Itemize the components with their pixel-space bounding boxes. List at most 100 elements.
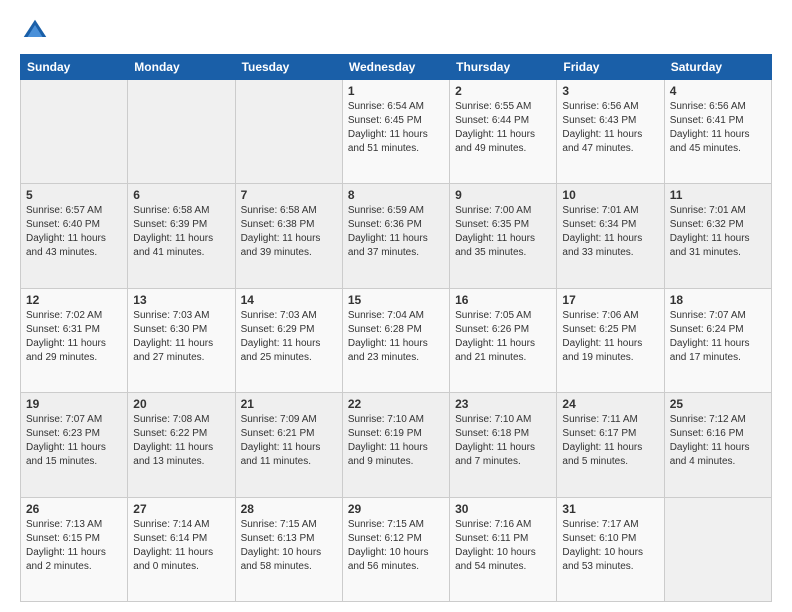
calendar-day-cell: 30Sunrise: 7:16 AM Sunset: 6:11 PM Dayli… [450,497,557,601]
calendar-day-cell: 15 Sunrise: 7:04 AM Sunset: 6:28 PM Dayli… [342,288,449,392]
calendar-day-cell: 21 Sunrise: 7:09 AM Sunset: 6:21 PM Dayli… [235,393,342,497]
calendar-day-cell: 16 Sunrise: 7:05 AM Sunset: 6:26 PM Dayli… [450,288,557,392]
day-number: 17 [562,293,658,307]
calendar-day-cell: 29 Sunrise: 7:15 AM Sunset: 6:12 PM Dayli… [342,497,449,601]
day-number: 2 [455,84,551,98]
calendar-week-row: 12 Sunrise: 7:02 AM Sunset: 6:31 PM Dayli… [21,288,772,392]
calendar-day-cell: 5 Sunrise: 6:57 AM Sunset: 6:40 PM Daylig… [21,184,128,288]
calendar-day-cell: 26Sunrise: 7:13 AM Sunset: 6:15 PM Dayli… [21,497,128,601]
calendar-day-cell: 22 Sunrise: 7:10 AM Sunset: 6:19 PM Dayli… [342,393,449,497]
calendar-day-cell: 6 Sunrise: 6:58 AM Sunset: 6:39 PM Daylig… [128,184,235,288]
day-number: 14 [241,293,337,307]
day-number: 9 [455,188,551,202]
day-number: 12 [26,293,122,307]
calendar-day-cell: 4Sunrise: 6:56 AM Sunset: 6:41 PM Daylig… [664,80,771,184]
header [20,16,772,46]
day-number: 8 [348,188,444,202]
calendar-day-cell: 3Sunrise: 6:56 AM Sunset: 6:43 PM Daylig… [557,80,664,184]
calendar-day-cell: 23 Sunrise: 7:10 AM Sunset: 6:18 PM Dayli… [450,393,557,497]
day-info: Sunrise: 7:08 AM Sunset: 6:22 PM Dayligh… [133,413,229,469]
day-info: Sunrise: 7:15 AM Sunset: 6:13 PM Dayligh… [241,518,337,574]
day-number: 1 [348,84,444,98]
calendar-week-row: 19 Sunrise: 7:07 AM Sunset: 6:23 PM Dayli… [21,393,772,497]
day-info: Sunrise: 7:05 AM Sunset: 6:26 PM Dayligh… [455,309,551,365]
calendar-day-cell: 17 Sunrise: 7:06 AM Sunset: 6:25 PM Dayli… [557,288,664,392]
day-info: Sunrise: 7:09 AM Sunset: 6:21 PM Dayligh… [241,413,337,469]
day-info: Sunrise: 6:56 AM Sunset: 6:43 PM Dayligh… [562,100,658,156]
day-number: 7 [241,188,337,202]
calendar-day-cell: 19 Sunrise: 7:07 AM Sunset: 6:23 PM Dayli… [21,393,128,497]
calendar-day-cell: 14 Sunrise: 7:03 AM Sunset: 6:29 PM Dayli… [235,288,342,392]
day-info: Sunrise: 7:00 AM Sunset: 6:35 PM Dayligh… [455,204,551,260]
day-number: 10 [562,188,658,202]
logo-icon [20,16,50,46]
day-info: Sunrise: 7:02 AM Sunset: 6:31 PM Dayligh… [26,309,122,365]
weekday-header-tuesday: Tuesday [235,55,342,80]
calendar-day-cell [664,497,771,601]
calendar-day-cell [21,80,128,184]
day-number: 21 [241,397,337,411]
weekday-header-friday: Friday [557,55,664,80]
weekday-header-thursday: Thursday [450,55,557,80]
logo [20,16,54,46]
calendar-day-cell: 1Sunrise: 6:54 AM Sunset: 6:45 PM Daylig… [342,80,449,184]
day-info: Sunrise: 7:06 AM Sunset: 6:25 PM Dayligh… [562,309,658,365]
day-info: Sunrise: 7:04 AM Sunset: 6:28 PM Dayligh… [348,309,444,365]
calendar-day-cell: 31 Sunrise: 7:17 AM Sunset: 6:10 PM Dayli… [557,497,664,601]
day-number: 24 [562,397,658,411]
calendar-day-cell: 10 Sunrise: 7:01 AM Sunset: 6:34 PM Dayli… [557,184,664,288]
calendar-day-cell [128,80,235,184]
page: SundayMondayTuesdayWednesdayThursdayFrid… [0,0,792,612]
day-number: 13 [133,293,229,307]
calendar-day-cell: 24 Sunrise: 7:11 AM Sunset: 6:17 PM Dayli… [557,393,664,497]
day-info: Sunrise: 7:03 AM Sunset: 6:29 PM Dayligh… [241,309,337,365]
calendar-day-cell: 27Sunrise: 7:14 AM Sunset: 6:14 PM Dayli… [128,497,235,601]
day-number: 29 [348,502,444,516]
day-number: 19 [26,397,122,411]
day-number: 6 [133,188,229,202]
day-info: Sunrise: 7:07 AM Sunset: 6:23 PM Dayligh… [26,413,122,469]
day-number: 5 [26,188,122,202]
day-number: 28 [241,502,337,516]
calendar-week-row: 26Sunrise: 7:13 AM Sunset: 6:15 PM Dayli… [21,497,772,601]
calendar-week-row: 5 Sunrise: 6:57 AM Sunset: 6:40 PM Daylig… [21,184,772,288]
day-info: Sunrise: 7:15 AM Sunset: 6:12 PM Dayligh… [348,518,444,574]
day-number: 22 [348,397,444,411]
day-number: 23 [455,397,551,411]
day-number: 20 [133,397,229,411]
day-info: Sunrise: 7:10 AM Sunset: 6:18 PM Dayligh… [455,413,551,469]
day-number: 15 [348,293,444,307]
calendar-day-cell: 28 Sunrise: 7:15 AM Sunset: 6:13 PM Dayli… [235,497,342,601]
day-info: Sunrise: 6:58 AM Sunset: 6:39 PM Dayligh… [133,204,229,260]
weekday-header-wednesday: Wednesday [342,55,449,80]
day-info: Sunrise: 7:01 AM Sunset: 6:34 PM Dayligh… [562,204,658,260]
day-number: 16 [455,293,551,307]
calendar-day-cell: 13 Sunrise: 7:03 AM Sunset: 6:30 PM Dayli… [128,288,235,392]
day-info: Sunrise: 7:13 AM Sunset: 6:15 PM Dayligh… [26,518,122,574]
day-info: Sunrise: 7:07 AM Sunset: 6:24 PM Dayligh… [670,309,766,365]
day-info: Sunrise: 7:17 AM Sunset: 6:10 PM Dayligh… [562,518,658,574]
day-info: Sunrise: 7:12 AM Sunset: 6:16 PM Dayligh… [670,413,766,469]
day-info: Sunrise: 7:16 AM Sunset: 6:11 PM Dayligh… [455,518,551,574]
calendar-week-row: 1Sunrise: 6:54 AM Sunset: 6:45 PM Daylig… [21,80,772,184]
calendar-day-cell: 7 Sunrise: 6:58 AM Sunset: 6:38 PM Daylig… [235,184,342,288]
day-info: Sunrise: 7:11 AM Sunset: 6:17 PM Dayligh… [562,413,658,469]
weekday-header-row: SundayMondayTuesdayWednesdayThursdayFrid… [21,55,772,80]
day-number: 11 [670,188,766,202]
day-info: Sunrise: 6:58 AM Sunset: 6:38 PM Dayligh… [241,204,337,260]
day-info: Sunrise: 6:56 AM Sunset: 6:41 PM Dayligh… [670,100,766,156]
calendar-day-cell: 18 Sunrise: 7:07 AM Sunset: 6:24 PM Dayli… [664,288,771,392]
calendar-table: SundayMondayTuesdayWednesdayThursdayFrid… [20,54,772,602]
day-number: 31 [562,502,658,516]
calendar-day-cell: 12 Sunrise: 7:02 AM Sunset: 6:31 PM Dayli… [21,288,128,392]
day-number: 18 [670,293,766,307]
day-info: Sunrise: 7:10 AM Sunset: 6:19 PM Dayligh… [348,413,444,469]
day-number: 25 [670,397,766,411]
day-info: Sunrise: 7:01 AM Sunset: 6:32 PM Dayligh… [670,204,766,260]
calendar-day-cell: 11 Sunrise: 7:01 AM Sunset: 6:32 PM Dayli… [664,184,771,288]
calendar-day-cell: 9 Sunrise: 7:00 AM Sunset: 6:35 PM Daylig… [450,184,557,288]
day-info: Sunrise: 6:57 AM Sunset: 6:40 PM Dayligh… [26,204,122,260]
day-info: Sunrise: 7:03 AM Sunset: 6:30 PM Dayligh… [133,309,229,365]
calendar-day-cell [235,80,342,184]
day-number: 27 [133,502,229,516]
